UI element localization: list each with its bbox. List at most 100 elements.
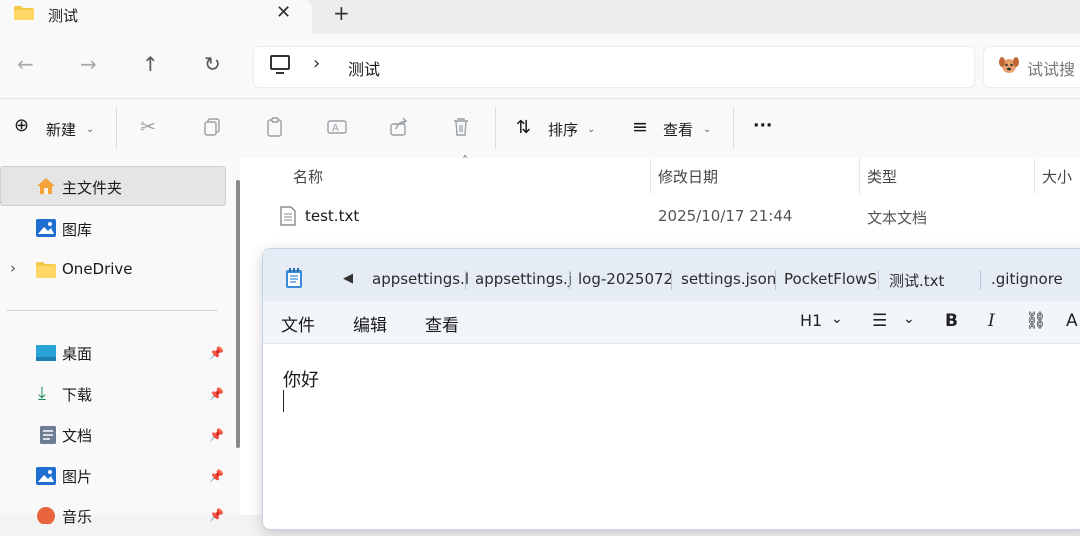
column-divider[interactable] [1034,158,1035,194]
refresh-icon[interactable]: ↻ [204,52,221,76]
notepad-tab-label: .gitignore [991,270,1063,288]
notepad-tab-label: log-2025072 [578,270,674,288]
sidebar-item-label: 主文件夹 [62,179,123,197]
text-file-icon [280,206,296,226]
sort-ascending-icon: ˄ [462,154,468,168]
bold-button[interactable]: B [945,311,958,331]
tab-title: 测试 [48,7,79,25]
this-pc-icon-stand [276,72,284,74]
sidebar-item-label: 音乐 [62,508,93,526]
notepad-tab-label: appsettings.j [475,270,572,288]
gallery-icon [36,219,56,237]
close-icon[interactable]: ✕ [276,2,291,23]
pin-icon[interactable]: 📌 [209,469,224,483]
clear-formatting-icon[interactable]: A [1066,311,1078,331]
notepad-app-icon [286,268,302,288]
desktop-icon [36,345,56,361]
pictures-icon [36,467,56,485]
sidebar-item-music[interactable] [0,496,228,536]
column-divider[interactable] [650,158,651,194]
sidebar-item-documents[interactable] [0,414,228,454]
column-divider[interactable] [859,158,860,194]
menu-view[interactable]: 查看 [425,311,459,336]
sidebar-item-label: OneDrive [62,260,133,278]
sort-icon[interactable]: ⇅ [516,117,531,138]
list-icon[interactable]: ☰ [872,311,887,331]
tab-divider [465,270,466,290]
file-type: 文本文档 [867,209,928,227]
folder-icon [14,6,34,20]
scroll-tabs-left-icon[interactable]: ◀ [343,271,353,286]
notepad-tab-label: settings.json [681,270,777,288]
sidebar-divider [6,310,218,311]
music-icon [37,507,55,524]
tab-divider [775,270,776,290]
sort-button[interactable]: 排序 [548,119,578,140]
heading-dropdown[interactable]: H1 [800,311,822,330]
chevron-down-icon[interactable]: ⌄ [903,311,915,327]
column-header-type[interactable]: 类型 [867,166,897,187]
search-input[interactable]: 试试搜 [1027,56,1075,80]
chevron-right-icon[interactable]: › [313,53,320,74]
share-icon[interactable] [388,116,410,138]
breadcrumb-segment[interactable]: 测试 [348,56,380,80]
sidebar-item-pictures[interactable] [0,455,228,495]
tab-divider [980,270,981,290]
pin-icon[interactable]: 📌 [209,428,224,442]
up-arrow-icon[interactable]: ↑ [142,52,159,76]
file-modified: 2025/10/17 21:44 [658,207,793,225]
file-name: test.txt [305,207,360,225]
cut-icon[interactable]: ✂ [140,116,156,138]
paste-icon[interactable] [264,116,286,138]
notepad-tab-label: 测试.txt [889,272,945,290]
sidebar-item-label: 桌面 [62,345,93,363]
notepad-tab-label: PocketFlowS [784,270,877,288]
view-button[interactable]: 查看 [663,119,693,140]
folder-icon [36,262,56,278]
copy-icon[interactable] [202,116,224,138]
column-header-name[interactable]: 名称 [293,166,323,187]
menu-edit[interactable]: 编辑 [353,311,387,336]
tab-divider [569,270,570,290]
pin-icon[interactable]: 📌 [209,508,224,522]
delete-icon[interactable] [450,116,472,138]
forward-arrow-icon[interactable]: → [80,52,97,76]
toolbar-divider [116,108,117,148]
this-pc-icon[interactable] [270,55,290,70]
link-icon[interactable]: ⛓ [1025,311,1047,331]
chevron-down-icon[interactable]: ⌄ [86,124,94,135]
toolbar-divider [733,108,734,148]
tab-divider [671,270,672,290]
rename-icon[interactable]: A [326,116,348,138]
svg-text:A: A [332,123,339,134]
sidebar-item-label: 下载 [62,386,93,404]
new-tab-icon[interactable]: + [333,1,350,25]
chevron-down-icon[interactable]: ⌄ [587,124,595,135]
pin-icon[interactable]: 📌 [209,346,224,360]
sidebar-item-label: 文档 [62,427,93,445]
pin-icon[interactable]: 📌 [209,387,224,401]
text-caret [283,390,284,412]
sidebar-item-desktop[interactable] [0,332,228,372]
column-header-modified[interactable]: 修改日期 [658,166,718,187]
italic-button[interactable]: I [988,311,995,331]
back-arrow-icon[interactable]: ← [17,52,34,76]
menu-file[interactable]: 文件 [281,311,315,336]
sidebar-item-label: 图库 [62,221,93,239]
chevron-down-icon[interactable]: ⌄ [831,311,843,327]
new-button[interactable]: 新建 [46,119,76,140]
notepad-editor[interactable] [263,344,1080,515]
toolbar-divider [495,108,496,148]
sidebar-item-gallery[interactable] [0,208,228,248]
sidebar-item-downloads[interactable] [0,373,228,413]
column-header-size[interactable]: 大小 [1042,166,1072,187]
view-lines-icon[interactable]: ≡ [632,116,648,138]
download-icon: ⤓ [38,383,46,404]
new-plus-icon[interactable]: ⊕ [14,115,29,136]
dog-emoji-icon [999,57,1019,73]
tab-explorer[interactable] [0,0,312,34]
chevron-down-icon[interactable]: ⌄ [703,124,711,135]
command-bar [0,98,1080,160]
editor-text: 你好 [283,370,319,391]
more-options-button[interactable]: ··· [753,116,772,136]
